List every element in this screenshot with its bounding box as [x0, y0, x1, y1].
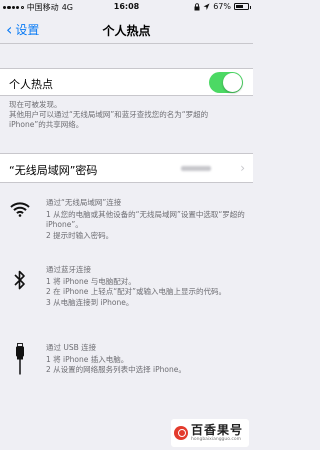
hotspot-label: 个人热点 [9, 78, 53, 91]
brand-url: hongbaixiangguo.com [191, 436, 241, 442]
brand-logo-icon [174, 426, 188, 440]
navigation-bar: ‹ 设置 个人热点 [0, 14, 253, 44]
status-bar: 中国移动 4G 16:08 67% [0, 0, 253, 14]
usb-step-2: 2 从设置的网络服务列表中选择 iPhone。 [46, 365, 186, 374]
battery-icon [234, 3, 251, 10]
location-arrow-icon [203, 3, 210, 10]
usb-icon [16, 343, 24, 375]
wifi-step-1: 1 从您的电脑或其他设备的“无线局域网”设置中选取“罗超的 iPhone”。 [46, 209, 245, 230]
bluetooth-step-1: 1 将 iPhone 与电脑配对。 [46, 276, 136, 286]
usb-step-1: 1 将 iPhone 插入电脑。 [46, 354, 129, 364]
usb-instructions-text: 通过 USB 连接 1 将 iPhone 插入电脑。 2 从设置的网络服务列表中… [46, 343, 246, 376]
toggle-knob [223, 73, 242, 92]
hotspot-toggle-row: 个人热点 [0, 68, 253, 96]
status-right: 67% [194, 2, 251, 11]
wifi-password-row[interactable]: “无线局域网”密码 › [0, 153, 253, 183]
chevron-right-icon: › [240, 161, 245, 175]
bluetooth-step-3: 3 从电脑连接到 iPhone。 [46, 297, 134, 307]
bluetooth-instructions-text: 通过蓝牙连接 1 将 iPhone 与电脑配对。 2 在 iPhone 上轻点“… [46, 265, 246, 308]
bluetooth-icon [14, 270, 25, 290]
wifi-instructions-title: 通过“无线局域网”连接 [46, 198, 122, 207]
wifi-password-value-blurred [181, 166, 211, 171]
brand-text: 百香果号 hongbaixiangguo.com [191, 422, 244, 443]
lock-rotation-icon [194, 2, 200, 10]
wifi-step-2: 2 提示时输入密码。 [46, 230, 114, 240]
discoverable-note: 现在可被发现。 [9, 100, 62, 109]
hotspot-description: 现在可被发现。 其他用户可以通过“无线局域网”和蓝牙查找您的名为“罗超的 iPh… [9, 100, 245, 130]
watermark-badge: 百香果号 hongbaixiangguo.com [171, 419, 249, 447]
wifi-instructions-text: 通过“无线局域网”连接 1 从您的电脑或其他设备的“无线局域网”设置中选取“罗超… [46, 198, 246, 241]
wifi-icon [10, 202, 30, 217]
battery-level [236, 5, 243, 8]
battery-percent: 67% [213, 2, 231, 11]
share-note: 其他用户可以通过“无线局域网”和蓝牙查找您的名为“罗超的 iPhone”的共享网… [9, 110, 209, 129]
brand-name: 百香果号 [191, 422, 244, 437]
hotspot-toggle-switch[interactable] [209, 72, 243, 93]
page-title: 个人热点 [102, 24, 151, 38]
wifi-password-label: “无线局域网”密码 [9, 164, 98, 177]
bluetooth-instructions-title: 通过蓝牙连接 [46, 265, 91, 274]
bluetooth-step-2: 2 在 iPhone 上轻点“配对”或输入电脑上显示的代码。 [46, 287, 227, 296]
usb-instructions-title: 通过 USB 连接 [46, 343, 97, 352]
